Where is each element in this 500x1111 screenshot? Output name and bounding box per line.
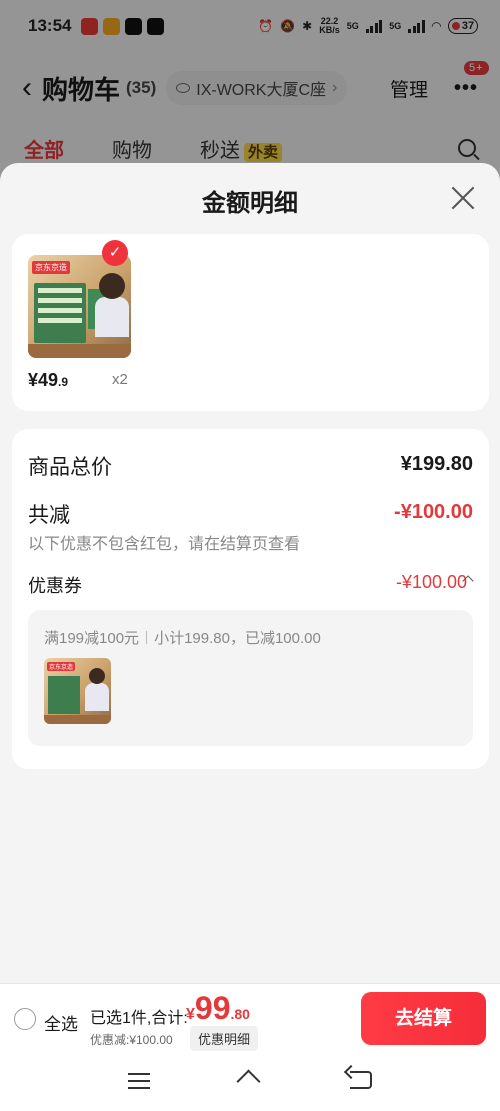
system-navigation-bar <box>0 1055 500 1111</box>
total-price-value: ¥199.80 <box>400 453 473 475</box>
discount-info: 优惠减:¥100.00 <box>90 1033 173 1047</box>
total-reduction-value: -¥100.00 <box>394 501 473 523</box>
select-all-radio[interactable] <box>14 1008 36 1030</box>
coupon-detail-box: 满199减100元 小计199.80，已减100.00 京东京造 <box>28 610 473 746</box>
product-price: ¥49.9 <box>28 370 69 390</box>
divider <box>146 631 148 644</box>
checkout-bar: 全选 已选1件,合计: ¥99.80 优惠减:¥100.00 优惠明细 去结算 <box>0 983 500 1055</box>
brand-label: 京东京造 <box>32 261 70 274</box>
discount-detail-button[interactable]: 优惠明细 <box>190 1026 259 1051</box>
sheet-title: 金额明细 <box>202 190 298 217</box>
coupon-label: 优惠券 <box>28 576 82 596</box>
checkout-total: ¥99.80 <box>186 990 250 1026</box>
home-icon[interactable] <box>236 1069 262 1094</box>
product-card: 京东京造 ✓ ¥49.9 x2 <box>12 234 489 411</box>
coupon-value[interactable]: -¥100.00 <box>396 572 467 593</box>
total-price-label: 商品总价 <box>28 456 112 479</box>
selected-check-icon: ✓ <box>102 240 128 266</box>
selected-info: 已选1件,合计: <box>90 1010 188 1027</box>
total-reduction-label: 共减 <box>28 504 70 527</box>
back-icon[interactable] <box>350 1071 372 1089</box>
menu-icon[interactable] <box>128 1073 150 1089</box>
coupon-description: 满199减100元 小计199.80，已减100.00 <box>44 630 321 647</box>
checkout-button[interactable]: 去结算 <box>361 992 486 1045</box>
price-summary-card: 商品总价 ¥199.80 共减 -¥100.00 以下优惠不包含红包，请在结算页… <box>12 429 489 769</box>
product-image[interactable]: 京东京造 <box>28 255 131 358</box>
amount-detail-sheet: 金额明细 京东京造 ✓ ¥49.9 x2 商品总价 ¥199.80 共减 -¥1… <box>0 163 500 1111</box>
brand-label: 京东京造 <box>47 662 76 671</box>
discount-note: 以下优惠不包含红包，请在结算页查看 <box>28 536 301 553</box>
coupon-product-thumbnail: 京东京造 <box>44 658 111 724</box>
close-icon[interactable] <box>450 185 476 211</box>
product-quantity: x2 <box>112 371 128 388</box>
select-all-label[interactable]: 全选 <box>44 1010 78 1035</box>
